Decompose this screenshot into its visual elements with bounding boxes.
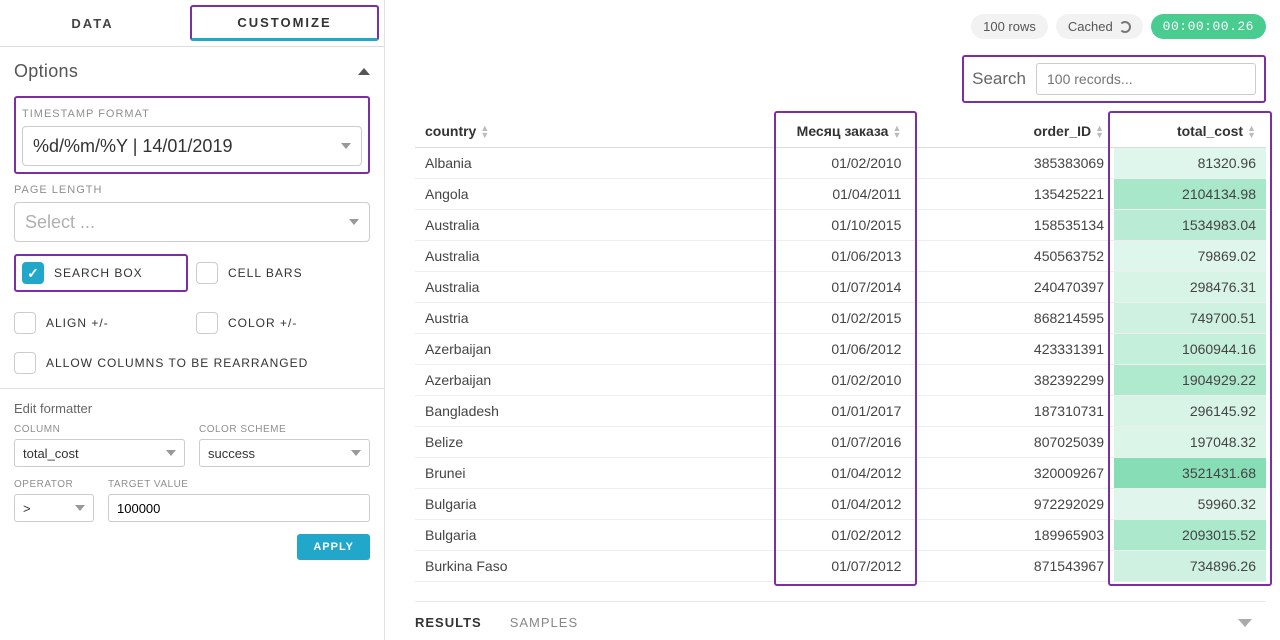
table-row: Azerbaijan01/02/20103823922991904929.22 (415, 365, 1266, 396)
target-label: TARGET VALUE (108, 479, 370, 490)
search-highlight: Search (962, 55, 1266, 103)
table-row: Azerbaijan01/06/20124233313911060944.16 (415, 334, 1266, 365)
checkbox-icon (14, 312, 36, 334)
chevron-up-icon (358, 68, 370, 75)
table-row: Angola01/04/20111354252212104134.98 (415, 179, 1266, 210)
table-row: Burkina Faso01/07/2012871543967734896.26 (415, 551, 1266, 582)
table-row: Bulgaria01/04/201297229202959960.32 (415, 489, 1266, 520)
operator-label: OPERATOR (14, 479, 94, 490)
column-label: COLUMN (14, 424, 185, 435)
table-row: Belize01/07/2016807025039197048.32 (415, 427, 1266, 458)
column-select[interactable]: total_cost (14, 439, 185, 467)
target-input[interactable] (108, 494, 370, 522)
table-row: Australia01/06/201345056375279869.02 (415, 241, 1266, 272)
apply-button[interactable]: APPLY (297, 534, 370, 560)
data-table: country▲▼ Месяц заказа▲▼ order_ID▲▼ tota… (415, 115, 1266, 582)
topbar: 100 rows Cached 00:00:00.26 (415, 14, 1266, 39)
chevron-down-icon (351, 450, 361, 456)
check-color[interactable]: COLOR +/- (196, 312, 370, 334)
chevron-down-icon (341, 143, 351, 149)
chevron-down-icon (166, 450, 176, 456)
table-row: Austria01/02/2015868214595749700.51 (415, 303, 1266, 334)
tab-customize[interactable]: CUSTOMIZE (190, 5, 379, 41)
checkbox-icon (14, 352, 36, 374)
operator-select[interactable]: > (14, 494, 94, 522)
table-row: Australia01/10/20151585351341534983.04 (415, 210, 1266, 241)
th-country[interactable]: country▲▼ (415, 115, 780, 148)
bottom-tabs: RESULTS SAMPLES (415, 601, 1266, 640)
timer-pill: 00:00:00.26 (1151, 14, 1266, 39)
chevron-down-icon (1238, 619, 1252, 627)
searchbox-highlight: SEARCH BOX (14, 254, 188, 292)
sort-icon: ▲▼ (1247, 125, 1256, 139)
pagelen-label: PAGE LENGTH (14, 184, 370, 196)
sidebar: DATA CUSTOMIZE Options TIMESTAMP FORMAT … (0, 0, 385, 640)
tab-results[interactable]: RESULTS (415, 615, 482, 630)
timestamp-label: TIMESTAMP FORMAT (22, 108, 362, 120)
th-order[interactable]: order_ID▲▼ (911, 115, 1114, 148)
th-total[interactable]: total_cost▲▼ (1114, 115, 1266, 148)
collapse-button[interactable] (1238, 614, 1252, 630)
sort-icon: ▲▼ (1095, 125, 1104, 139)
table-row: Bulgaria01/02/20121899659032093015.52 (415, 520, 1266, 551)
table-row: Bangladesh01/01/2017187310731296145.92 (415, 396, 1266, 427)
rows-pill[interactable]: 100 rows (971, 14, 1048, 39)
scheme-select[interactable]: success (199, 439, 370, 467)
tab-data[interactable]: DATA (0, 0, 185, 46)
check-searchbox[interactable]: SEARCH BOX (22, 262, 180, 284)
table-row: Australia01/07/2014240470397298476.31 (415, 272, 1266, 303)
options-title: Options (14, 61, 78, 82)
formatter-title: Edit formatter (0, 389, 384, 424)
check-rearrange[interactable]: ALLOW COLUMNS TO BE REARRANGED (14, 352, 370, 374)
th-month[interactable]: Месяц заказа▲▼ (780, 115, 912, 148)
timestamp-highlight: TIMESTAMP FORMAT %d/%m/%Y | 14/01/2019 (14, 96, 370, 174)
sidebar-tabs: DATA CUSTOMIZE (0, 0, 384, 47)
pagelen-select[interactable]: Select ... (14, 202, 370, 242)
tab-samples[interactable]: SAMPLES (510, 615, 578, 630)
sort-icon: ▲▼ (480, 125, 489, 139)
table-row: Albania01/02/201038538306981320.96 (415, 148, 1266, 179)
table-row: Brunei01/04/20123200092673521431.68 (415, 458, 1266, 489)
checkbox-icon (22, 262, 44, 284)
options-header[interactable]: Options (14, 61, 370, 82)
search-label: Search (972, 69, 1026, 89)
timestamp-select[interactable]: %d/%m/%Y | 14/01/2019 (22, 126, 362, 166)
check-align[interactable]: ALIGN +/- (14, 312, 188, 334)
table-container: country▲▼ Месяц заказа▲▼ order_ID▲▼ tota… (415, 115, 1266, 593)
main-panel: 100 rows Cached 00:00:00.26 Search count… (385, 0, 1280, 640)
scheme-label: COLOR SCHEME (199, 424, 370, 435)
checkbox-icon (196, 262, 218, 284)
cached-pill[interactable]: Cached (1056, 14, 1143, 39)
search-input[interactable] (1036, 63, 1256, 95)
checkbox-icon (196, 312, 218, 334)
chevron-down-icon (349, 219, 359, 225)
chevron-down-icon (75, 505, 85, 511)
sort-icon: ▲▼ (892, 125, 901, 139)
refresh-icon (1119, 21, 1131, 33)
check-cellbars[interactable]: CELL BARS (196, 252, 370, 294)
